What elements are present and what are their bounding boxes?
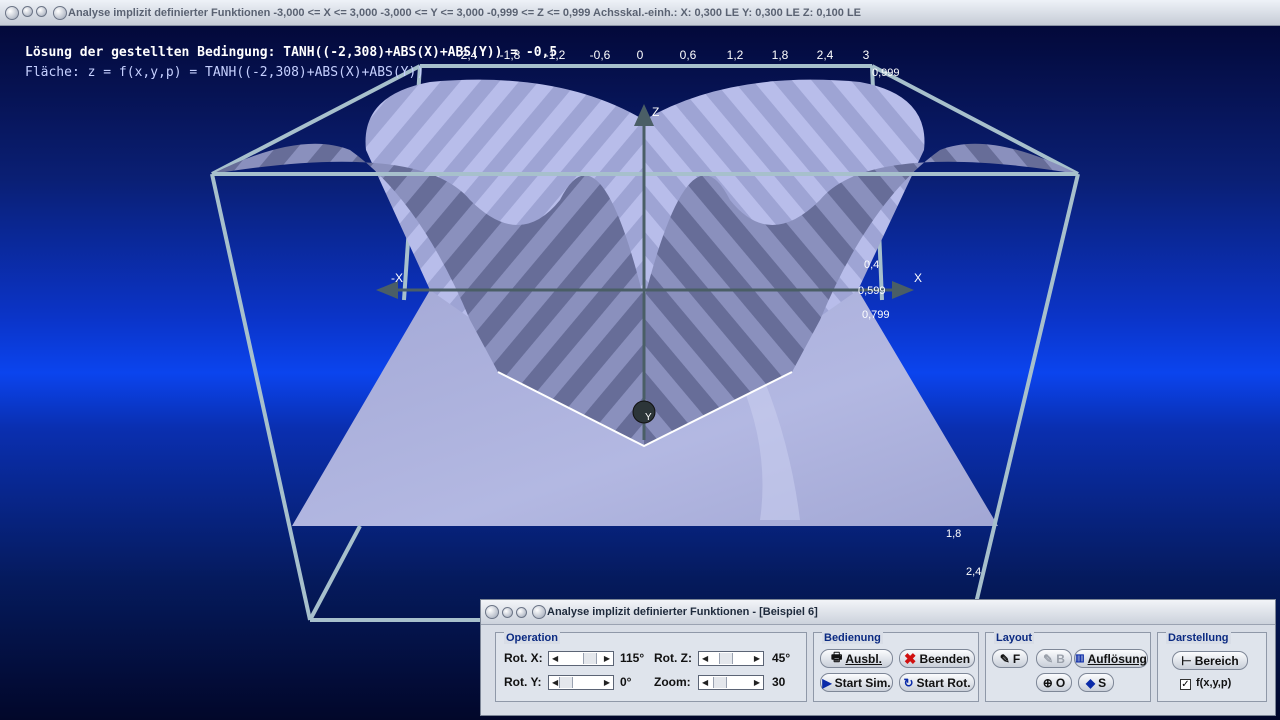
x-axis-label: X — [914, 271, 922, 285]
minimize-icon[interactable] — [22, 6, 33, 17]
slider-right-arrow-icon[interactable]: ▶ — [604, 654, 610, 663]
side-tick-label: 1,8 — [946, 528, 961, 540]
ausbl-button[interactable]: 🖶 Ausbl. — [820, 649, 893, 668]
side-tick-label: 2,4 — [966, 566, 981, 578]
operation-group-label: Operation — [504, 632, 560, 644]
rot-z-slider[interactable]: ◀ ▶ — [698, 651, 764, 666]
rot-y-slider[interactable]: ◀ ▶ — [548, 675, 614, 690]
start-rot-button[interactable]: ↻ Start Rot. — [899, 673, 975, 692]
bedienung-group: Bedienung 🖶 Ausbl. ✖ Beenden ▶ Start Sim. ↻… — [813, 632, 979, 702]
y-axis-marker — [632, 400, 656, 424]
slider-thumb[interactable] — [719, 653, 733, 664]
rot-z-value: 45° — [772, 651, 791, 665]
layout-b-label: B — [1056, 651, 1065, 666]
dialog-app-icon — [532, 605, 546, 619]
top-tick-label: 0,6 — [680, 48, 697, 62]
close-icon: ✖ — [903, 650, 917, 668]
rot-x-label: Rot. X: — [504, 651, 543, 665]
layout-group-label: Layout — [994, 632, 1035, 644]
slider-thumb[interactable] — [713, 677, 727, 688]
bereich-label: Bereich — [1194, 653, 1239, 668]
control-dialog: Analyse implizit definierter Funktionen … — [480, 599, 1276, 716]
slider-left-arrow-icon[interactable]: ◀ — [552, 654, 558, 663]
bereich-button[interactable]: ⊢ Bereich — [1172, 651, 1248, 670]
darstellung-group: Darstellung ⊢ Bereich ✓ f(x,y,p) — [1157, 632, 1267, 702]
layout-f-label: F — [1012, 651, 1021, 666]
y-axis-label: Y — [645, 412, 652, 423]
start-sim-button[interactable]: ▶ Start Sim. — [820, 673, 893, 692]
brush-icon: ✎ — [999, 651, 1010, 666]
layout-o-label: O — [1055, 675, 1066, 690]
zoom-slider[interactable]: ◀ ▶ — [698, 675, 764, 690]
darstellung-group-label: Darstellung — [1166, 632, 1231, 644]
window-menu-icon[interactable] — [5, 6, 19, 20]
zoom-value: 30 — [772, 675, 786, 689]
window-titlebar: Analyse implizit definierter Funktionen … — [0, 0, 1280, 26]
rot-y-label: Rot. Y: — [504, 675, 542, 689]
top-tick-label: -0,6 — [590, 48, 611, 62]
side-tick-label: 0,799 — [862, 309, 890, 321]
layout-group: Layout ✎ F ✎ B ▥ Auflösung ⊕ O ◆ S — [985, 632, 1151, 702]
app-icon — [53, 6, 67, 20]
rot-x-value: 115° — [620, 651, 645, 665]
slider-right-arrow-icon[interactable]: ▶ — [754, 654, 760, 663]
dialog-maximize-icon[interactable] — [516, 607, 527, 618]
grid-icon: ▥ — [1075, 653, 1085, 664]
ausbl-label: Ausbl. — [845, 651, 882, 666]
rot-y-value: 0° — [620, 675, 632, 689]
slider-thumb[interactable] — [559, 677, 573, 688]
top-tick-label: 1,2 — [727, 48, 744, 62]
surface-formula-text: Fläche: z = f(x,y,p) = TANH((-2,308)+ABS… — [25, 65, 425, 80]
layout-f-button[interactable]: ✎ F — [992, 649, 1028, 668]
z-axis-label: Z — [652, 105, 659, 119]
layout-o-button[interactable]: ⊕ O — [1036, 673, 1072, 692]
slider-left-arrow-icon[interactable]: ◀ — [702, 678, 708, 687]
operation-group: Operation Rot. X: ◀ ▶ 115° Rot. Z: ◀ ▶ 4… — [495, 632, 807, 702]
top-tick-label: 2,4 — [817, 48, 834, 62]
top-tick-label: 3 — [863, 48, 870, 62]
rotate-icon: ↻ — [903, 675, 914, 690]
slider-left-arrow-icon[interactable]: ◀ — [702, 654, 708, 663]
rot-z-label: Rot. Z: — [654, 651, 692, 665]
slider-left-arrow-icon[interactable]: ◀ — [552, 678, 558, 687]
window-title: Analyse implizit definierter Funktionen … — [68, 7, 862, 19]
slider-thumb[interactable] — [583, 653, 597, 664]
layout-b-button[interactable]: ✎ B — [1036, 649, 1072, 668]
beenden-label: Beenden — [919, 651, 971, 666]
side-tick-label: 0,599 — [858, 285, 886, 297]
dialog-menu-icon[interactable] — [485, 605, 499, 619]
dialog-titlebar[interactable]: Analyse implizit definierter Funktionen … — [481, 600, 1275, 625]
layout-s-button[interactable]: ◆ S — [1078, 673, 1114, 692]
start-rot-label: Start Rot. — [916, 675, 971, 690]
solution-condition-text: Lösung der gestellten Bedingung: TANH((-… — [25, 45, 558, 60]
top-tick-label: 1,8 — [772, 48, 789, 62]
pen-icon: ✎ — [1043, 651, 1054, 666]
layout-s-label: S — [1098, 675, 1107, 690]
dialog-minimize-icon[interactable] — [502, 607, 513, 618]
neg-x-axis-label: -X — [391, 271, 403, 285]
bedienung-group-label: Bedienung — [822, 632, 883, 644]
start-sim-label: Start Sim. — [834, 675, 891, 690]
hide-icon: 🖶 — [831, 650, 843, 664]
maximize-icon[interactable] — [36, 6, 47, 17]
zoom-label: Zoom: — [654, 675, 691, 689]
slider-right-arrow-icon[interactable]: ▶ — [604, 678, 610, 687]
range-icon: ⊢ — [1181, 653, 1192, 668]
fxyp-label: f(x,y,p) — [1196, 677, 1232, 689]
side-tick-label: 0,4 — [864, 259, 879, 271]
aufloesung-button[interactable]: ▥ Auflösung — [1074, 649, 1148, 668]
dialog-title: Analyse implizit definierter Funktionen … — [547, 606, 818, 618]
beenden-button[interactable]: ✖ Beenden — [899, 649, 975, 668]
origin-icon: ⊕ — [1042, 675, 1053, 690]
top-tick-label: 0 — [637, 48, 644, 62]
fxyp-checkbox[interactable]: ✓ — [1180, 679, 1191, 690]
aufloesung-label: Auflösung — [1087, 651, 1147, 666]
z-top-label: 0,999 — [872, 67, 900, 79]
fill-icon: ◆ — [1085, 675, 1096, 690]
play-icon: ▶ — [822, 675, 832, 690]
rot-x-slider[interactable]: ◀ ▶ — [548, 651, 614, 666]
slider-right-arrow-icon[interactable]: ▶ — [754, 678, 760, 687]
